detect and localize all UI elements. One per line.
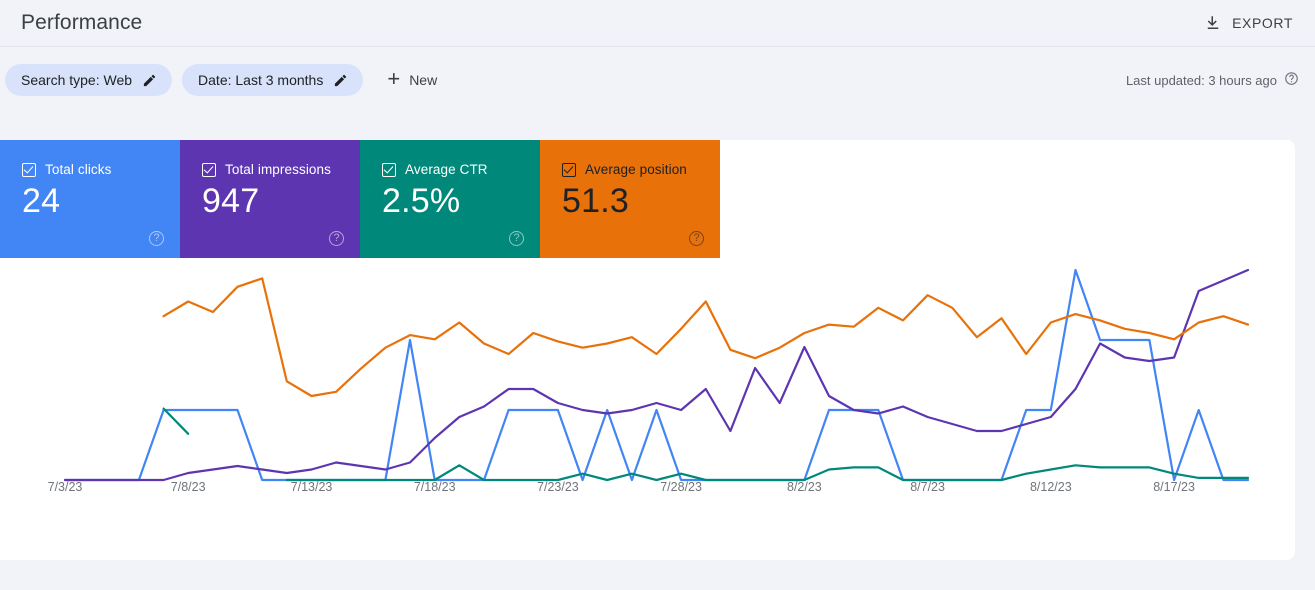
x-axis-tick-label: 8/7/23 <box>910 480 945 494</box>
chip-label-search-type: Search type: Web <box>21 72 133 88</box>
metric-tile-average-ctr[interactable]: Average CTR 2.5% ? <box>360 140 540 258</box>
chart-series-line <box>63 268 1250 482</box>
checkbox-checked-icon[interactable] <box>382 162 396 177</box>
x-axis-tick-label: 7/23/23 <box>537 480 579 494</box>
metric-label-average-ctr: Average CTR <box>405 162 488 177</box>
help-circle-icon[interactable]: ? <box>689 231 704 246</box>
x-axis-tick-label: 7/28/23 <box>660 480 702 494</box>
last-updated-text: Last updated: 3 hours ago <box>1125 72 1277 88</box>
checkbox-checked-icon[interactable] <box>562 162 576 177</box>
x-axis-tick-label: 7/18/23 <box>413 480 456 494</box>
chart-series-line <box>285 464 1250 482</box>
metric-label-average-position: Average position <box>585 162 687 177</box>
new-label: New <box>409 72 438 88</box>
chart-lines <box>63 268 1250 482</box>
x-axis-tick-label: 8/2/23 <box>787 480 822 494</box>
help-circle-icon[interactable]: ? <box>149 231 164 246</box>
chart-series-line <box>162 407 190 435</box>
help-circle-icon[interactable] <box>1284 71 1299 89</box>
metric-tile-average-position[interactable]: Average position 51.3 ? <box>540 140 720 258</box>
add-filter-button[interactable]: + New <box>381 64 447 96</box>
pencil-icon <box>333 73 348 88</box>
download-icon <box>1204 14 1222 32</box>
metric-tile-total-clicks[interactable]: Total clicks 24 ? <box>0 140 180 258</box>
checkbox-checked-icon[interactable] <box>22 162 36 177</box>
checkbox-checked-icon[interactable] <box>202 162 216 177</box>
performance-card: Total clicks 24 ? Total impressions 947 … <box>0 140 1295 560</box>
chip-label-date: Date: Last 3 months <box>198 72 324 88</box>
metric-value-total-impressions: 947 <box>202 182 260 220</box>
metric-value-average-position: 51.3 <box>562 182 629 220</box>
x-axis-tick-label: 7/13/23 <box>290 480 333 494</box>
filter-bar: Search type: Web Date: Last 3 months + N… <box>0 47 1315 113</box>
metric-label-total-impressions: Total impressions <box>225 162 331 177</box>
last-updated: Last updated: 3 hours ago <box>1126 71 1299 89</box>
x-axis-tick-label: 7/8/23 <box>170 480 206 494</box>
performance-chart[interactable]: 7/3/23 7/8/23 7/13/23 7/18/23 7/23/23 7/28/23… <box>0 258 1295 560</box>
metric-tiles: Total clicks 24 ? Total impressions 947 … <box>0 140 722 258</box>
page-header: Performance EXPORT <box>0 0 1315 46</box>
page-title: Performance <box>21 11 143 34</box>
metric-tile-total-impressions[interactable]: Total impressions 947 ? <box>180 140 360 258</box>
pencil-icon <box>142 73 157 88</box>
metric-label-row: Average position <box>562 162 720 177</box>
metric-value-average-ctr: 2.5% <box>382 182 461 220</box>
metric-label-total-clicks: Total clicks <box>45 162 112 177</box>
metric-value-total-clicks: 24 <box>22 182 61 220</box>
filter-chip-search-type[interactable]: Search type: Web <box>5 64 173 96</box>
plus-icon: + <box>387 66 401 91</box>
x-axis-tick-label: 8/12/23 <box>1029 480 1072 494</box>
chart-x-axis: 7/3/23 7/8/23 7/13/23 7/18/23 7/23/23 7/28/23… <box>0 480 1295 510</box>
metric-label-row: Average CTR <box>382 162 540 177</box>
filter-chip-date[interactable]: Date: Last 3 months <box>182 64 364 96</box>
help-circle-icon[interactable]: ? <box>329 231 344 246</box>
metric-label-row: Total impressions <box>202 162 360 177</box>
x-axis-tick-label: 7/3/23 <box>47 480 83 494</box>
metric-label-row: Total clicks <box>22 162 180 177</box>
help-circle-icon[interactable]: ? <box>509 231 524 246</box>
export-button[interactable]: EXPORT <box>1198 10 1299 36</box>
export-label: EXPORT <box>1232 15 1293 31</box>
x-axis-tick-label: 8/17/23 <box>1153 480 1195 494</box>
